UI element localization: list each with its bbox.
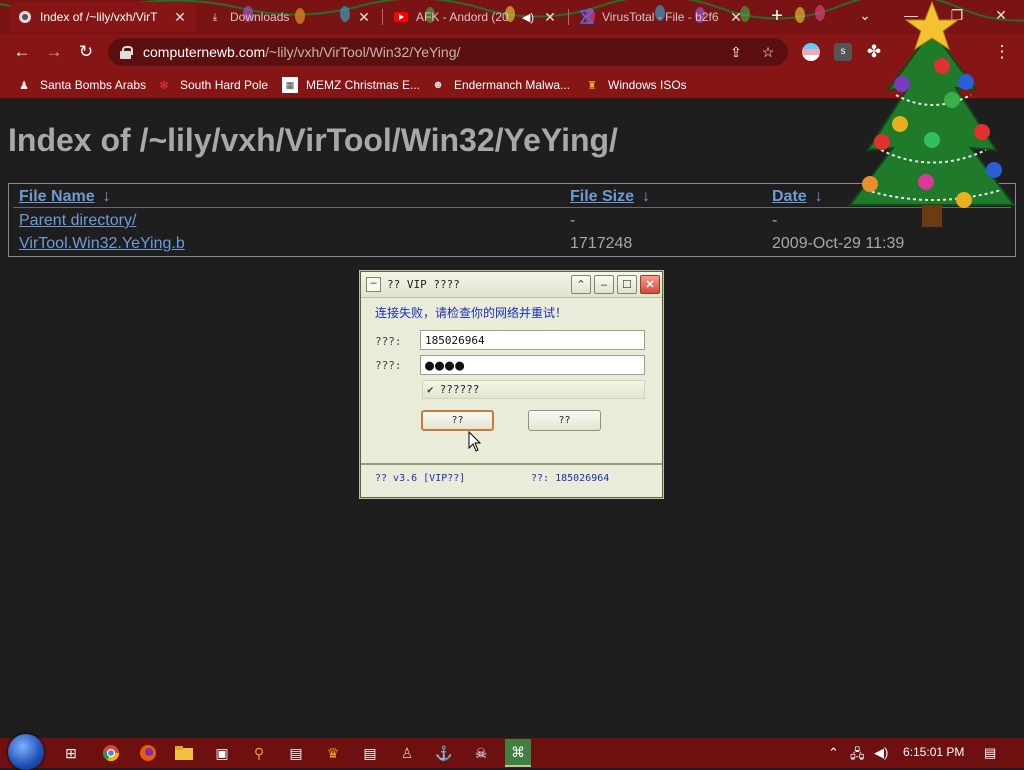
file-link[interactable]: VirTool.Win32.YeYing.b [19,235,185,252]
tab-title: Downloads [230,10,290,24]
start-button[interactable] [8,734,44,770]
url-text[interactable]: computernewb.com/~lily/vxh/VirTool/Win32… [143,44,460,60]
active-app-icon[interactable]: ⌘ [505,739,531,767]
lock-icon[interactable] [120,45,133,59]
password-label: ???: [375,359,402,372]
dialog-close-button[interactable]: ✕ [640,275,660,294]
christmas-tree-decoration [847,0,1017,227]
file-icon-2[interactable]: ▤ [359,742,381,764]
sort-arrow-icon[interactable]: ↓ [642,188,650,206]
explorer-icon[interactable] [173,742,195,764]
memz-icon: ▦ [282,77,298,93]
table-cell-date: - [772,212,778,229]
version-text: ?? v3.6 [VIP??] [375,473,466,484]
download-icon: ⤓ [212,11,218,23]
dialog-system-menu-icon[interactable]: – [366,277,381,292]
taskbar-clock[interactable]: 6:15:01 PM [903,745,964,759]
cancel-button[interactable]: ?? [528,410,601,431]
app-icon[interactable]: ▣ [211,742,233,764]
share-icon[interactable]: ⇪ [728,44,744,60]
raccoon-icon: ☻ [432,79,444,91]
notification-icon[interactable]: ▤ [984,745,996,761]
file-icon[interactable]: ▤ [285,742,307,764]
dialog-minimize-button[interactable]: – [594,275,614,294]
app-icon-3[interactable]: ⚓ [433,742,455,764]
bookmark-windows-isos[interactable]: ♜ Windows ISOs [584,75,687,95]
show-hidden-icons-icon[interactable]: ⌃ [828,745,839,761]
dialog-status-bar: ?? v3.6 [VIP??] ??: 185026964 [361,463,662,497]
tab-separator [568,9,569,25]
close-tab-icon[interactable]: ✕ [542,9,558,26]
table-row-file-name[interactable]: VirTool.Win32.YeYing.b [19,235,185,253]
bookmark-south-hard-pole[interactable]: ✻ South Hard Pole [156,75,268,95]
back-button[interactable]: ← [10,40,34,64]
extension-flag-icon[interactable] [802,43,820,61]
table-cell-date: 2009-Oct-29 11:39 [772,235,905,252]
dialog-title-bar[interactable]: – ?? VIP ???? ⌃ – ☐ ✕ [361,272,662,298]
column-header-date[interactable]: Date ↓ [772,188,823,206]
bookmark-star-icon[interactable]: ☆ [760,44,776,60]
chrome-icon[interactable] [100,742,122,764]
address-bar[interactable]: computernewb.com/~lily/vxh/VirTool/Win32… [108,38,788,66]
volume-icon[interactable]: ◀) [874,745,888,761]
new-tab-button[interactable]: + [766,6,788,28]
page-title: Index of /~lily/vxh/VirTool/Win32/YeYing… [8,122,618,158]
network-icon[interactable]: 🖧 [850,745,865,767]
column-header-file-size[interactable]: File Size ↓ [570,188,650,206]
close-tab-icon[interactable]: ✕ [728,9,744,26]
tab-title: AFK - Andord (20 [416,10,509,24]
table-cell-size: - [570,212,576,229]
remember-checkbox[interactable]: ✔ ?????? [422,380,645,399]
dialog-maximize-button[interactable]: ☐ [617,275,637,294]
sort-arrow-icon[interactable]: ↓ [815,188,823,206]
tab-directory-index[interactable]: Index of /~lily/vxh/VirT ✕ [10,2,196,32]
trophy-icon: ♜ [587,79,597,92]
bookmark-santa[interactable]: ♟ Santa Bombs Arabs [16,75,146,95]
remember-checkbox-label: ?????? [439,383,480,396]
task-view-icon[interactable]: ⊞ [60,742,82,764]
game-icon[interactable]: ♛ [322,742,344,764]
checkmark-icon[interactable]: ✔ [427,383,434,396]
tab-youtube[interactable]: AFK - Andord (20 ◀) ✕ [386,2,566,32]
account-label: ???: [375,335,402,348]
tab-virustotal[interactable]: VirusTotal - File - b2f6 ✕ [572,2,752,32]
tab-title: Index of /~lily/vxh/VirT [40,10,158,24]
santa-icon: ♟ [19,79,29,92]
virustotal-icon [580,10,594,24]
vip-login-dialog: – ?? VIP ???? ⌃ – ☐ ✕ 连接失败，请检查你的网络并重试！ ?… [360,271,663,498]
tab-separator [382,9,383,25]
forward-button[interactable]: → [42,40,66,64]
dialog-title: ?? VIP ???? [387,278,460,291]
table-cell-size: 1717248 [570,235,633,252]
page-favicon-icon [18,10,32,24]
account-status-text: ??: 185026964 [531,473,610,484]
password-input[interactable]: ●●●● [420,355,645,375]
firefox-icon[interactable] [137,742,159,764]
search-app-icon[interactable]: ⚲ [248,742,270,764]
table-row-parent-name[interactable]: Parent directory/ [19,212,136,230]
close-tab-icon[interactable]: ✕ [356,9,372,26]
close-tab-icon[interactable]: ✕ [172,9,188,26]
tab-downloads[interactable]: ⤓ Downloads ✕ [200,2,380,32]
bookmark-endermanch[interactable]: ☻ Endermanch Malwa... [430,75,570,95]
parent-directory-link[interactable]: Parent directory/ [19,212,136,229]
snowflake-icon: ✻ [159,79,169,92]
account-input[interactable]: 185026964 [420,330,645,350]
sort-arrow-icon[interactable]: ↓ [103,188,111,206]
audio-playing-icon[interactable]: ◀) [522,11,534,24]
youtube-icon [394,10,408,24]
dialog-collapse-button[interactable]: ⌃ [571,275,591,294]
column-header-file-name[interactable]: File Name ↓ [19,188,111,206]
mouse-cursor-icon [468,431,482,452]
bookmark-memz[interactable]: ▦ MEMZ Christmas E... [282,75,420,95]
skull-icon[interactable]: ☠ [470,742,492,764]
app-icon-2[interactable]: ♙ [396,742,418,764]
tab-title: VirusTotal - File - b2f6 [602,10,719,24]
connection-error-message: 连接失败，请检查你的网络并重试！ [375,306,568,320]
login-button[interactable]: ?? [421,410,494,431]
windows-taskbar: ⊞ ▣ ⚲ ▤ ♛ ▤ ♙ ⚓ ☠ ⌘ ⌃ 🖧 ◀) 6:15:01 PM ▤ [0,734,1024,770]
reload-button[interactable]: ↻ [74,40,98,64]
